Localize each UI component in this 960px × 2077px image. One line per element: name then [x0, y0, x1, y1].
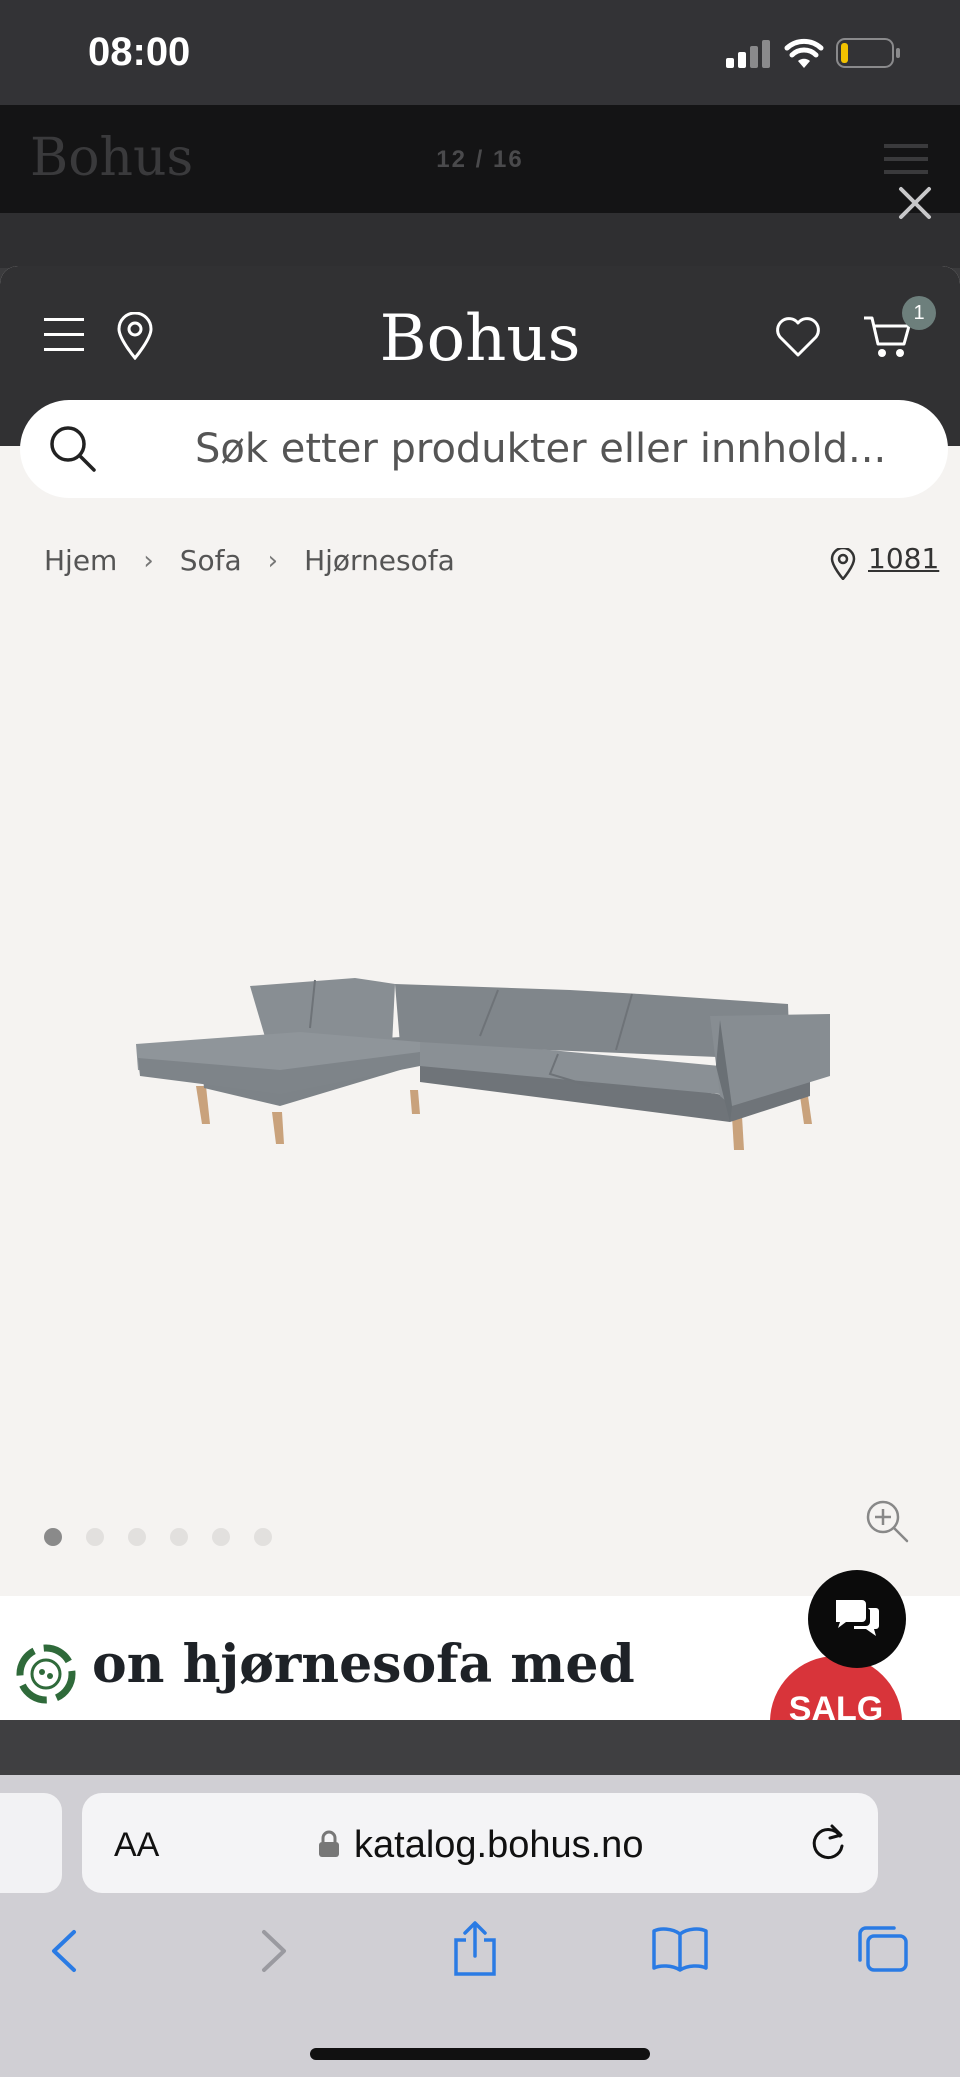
search-bar[interactable]: [20, 400, 948, 498]
back-icon[interactable]: [48, 1928, 78, 1974]
search-icon[interactable]: [48, 424, 98, 474]
chat-button[interactable]: [808, 1570, 906, 1668]
breadcrumb-home[interactable]: Hjem: [44, 544, 117, 577]
product-image-corner-sofa[interactable]: [120, 946, 840, 1186]
wifi-icon: [784, 38, 824, 68]
chevron-right-icon: ›: [143, 545, 154, 576]
overlay-backdrop: [0, 213, 960, 268]
bookmarks-icon[interactable]: [650, 1926, 710, 1972]
home-indicator: [310, 2048, 650, 2060]
cellular-signal-icon: [726, 40, 770, 68]
tabs-icon[interactable]: [856, 1924, 910, 1974]
gallery-dot[interactable]: [44, 1528, 62, 1546]
battery-icon: [836, 38, 900, 68]
wishlist-heart-icon[interactable]: [774, 316, 822, 358]
gallery-dot[interactable]: [254, 1528, 272, 1546]
reload-icon[interactable]: [808, 1822, 848, 1864]
chevron-right-icon: ›: [267, 545, 279, 576]
location-pin-icon: [830, 548, 856, 580]
gallery-dot[interactable]: [128, 1528, 146, 1546]
text-size-button[interactable]: AA: [114, 1826, 159, 1865]
chat-bubbles-icon: [836, 1600, 879, 1636]
product-page: Bohus 1 Hjem › Sofa › Hjørnesofa 1081: [0, 266, 960, 1720]
gallery-dot[interactable]: [86, 1528, 104, 1546]
sustainability-icon: [16, 1644, 76, 1704]
breadcrumb-sofa[interactable]: Sofa: [180, 544, 242, 577]
breadcrumb: Hjem › Sofa › Hjørnesofa: [44, 544, 455, 577]
url-text[interactable]: katalog.bohus.no: [354, 1824, 643, 1867]
zoom-in-icon[interactable]: [864, 1498, 910, 1544]
close-icon[interactable]: [898, 186, 932, 220]
share-icon[interactable]: [452, 1920, 498, 1978]
search-input[interactable]: [195, 426, 895, 472]
viewer-menu-icon[interactable]: [884, 142, 928, 176]
gallery-dot[interactable]: [170, 1528, 188, 1546]
status-time: 08:00: [88, 30, 191, 74]
browser-toolbar-top: [0, 1720, 960, 1778]
cart-count-badge: 1: [902, 296, 936, 330]
gallery-pagination: [44, 1528, 272, 1546]
breadcrumb-corner-sofa[interactable]: Hjørnesofa: [304, 544, 455, 577]
promo-headline: on hjørnesofa med: [92, 1634, 635, 1695]
forward-icon[interactable]: [260, 1928, 290, 1974]
page-indicator: 12 / 16: [436, 146, 524, 173]
postal-code-link[interactable]: 1081: [868, 542, 939, 575]
gallery-dot[interactable]: [212, 1528, 230, 1546]
previous-tab-preview[interactable]: [0, 1793, 62, 1893]
lock-icon: [319, 1830, 339, 1857]
